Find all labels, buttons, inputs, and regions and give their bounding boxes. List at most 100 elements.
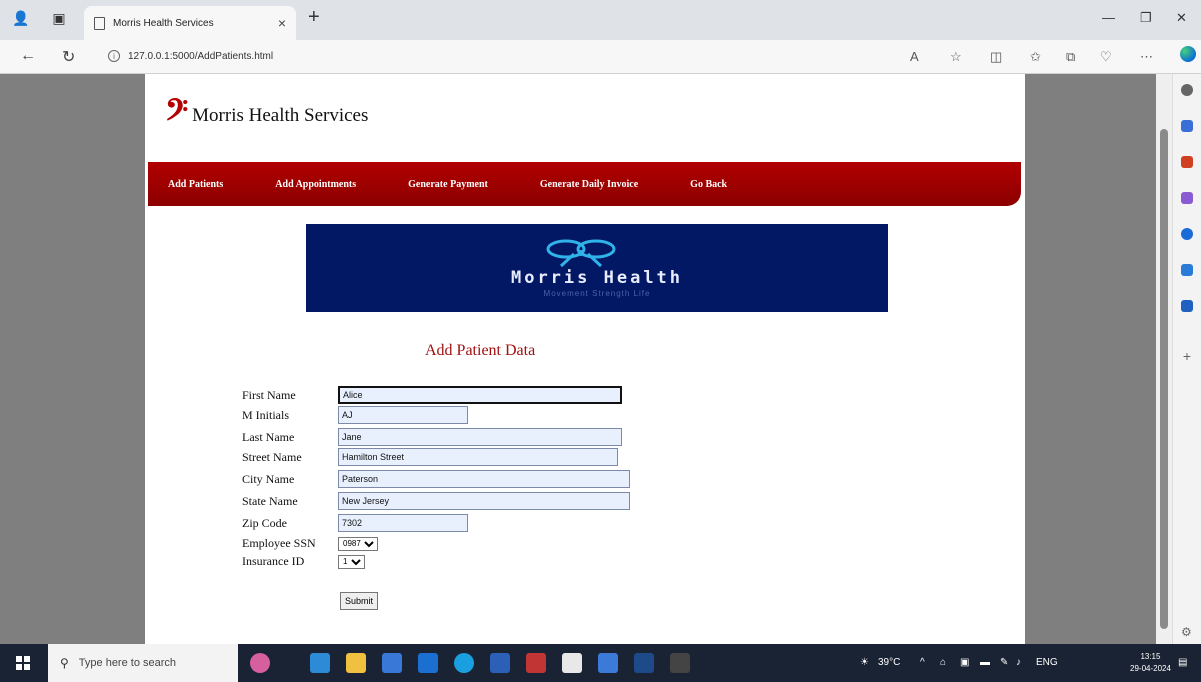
extensions-icon[interactable]: ♡ — [1100, 49, 1112, 65]
logo-icon: 𝄢 — [165, 93, 189, 135]
terminal-icon[interactable] — [670, 653, 690, 673]
workspaces-icon[interactable]: ▣ — [50, 9, 68, 27]
task-view-icon[interactable] — [310, 653, 330, 673]
more-icon[interactable]: ⋯ — [1140, 49, 1153, 65]
employee-ssn-row: Employee SSN 0987 — [242, 536, 378, 551]
insurance-id-row: Insurance ID 1 — [242, 554, 365, 569]
copilot-icon[interactable] — [1180, 46, 1196, 62]
split-screen-icon[interactable]: ◫ — [990, 49, 1002, 65]
close-tab-icon[interactable]: × — [278, 15, 286, 31]
state-name-row: State Name — [242, 492, 630, 510]
windows-taskbar: ⚲ Type here to search ☀ 39°C ^ ⌂ ▣ ▬ ✎ ♪… — [0, 644, 1201, 682]
web-page: 𝄢 Morris Health Services Add Patients Ad… — [145, 74, 1025, 644]
read-aloud-icon[interactable]: A — [910, 49, 919, 64]
weather-icon[interactable]: ☀ — [860, 657, 869, 668]
new-tab-button[interactable]: + — [308, 6, 320, 29]
people-icon[interactable] — [1181, 192, 1193, 204]
browser-tab[interactable]: Morris Health Services × — [84, 6, 296, 40]
network-icon[interactable]: ⌂ — [940, 657, 946, 668]
start-button[interactable] — [16, 656, 30, 670]
first-name-input[interactable] — [338, 386, 622, 404]
app-red-icon[interactable] — [526, 653, 546, 673]
tab-strip: 👤 ▣ Morris Health Services × + — ❐ ✕ — [0, 0, 1201, 40]
address-bar: ← ↻ i 127.0.0.1:5000/AddPatients.html A … — [0, 40, 1201, 74]
main-nav: Add Patients Add Appointments Generate P… — [148, 162, 1021, 206]
taskbar-clock[interactable]: 13:15 29-04-2024 — [1130, 651, 1171, 675]
taskbar-search[interactable]: ⚲ Type here to search — [48, 644, 238, 682]
street-name-input[interactable] — [338, 448, 618, 466]
info-icon[interactable]: i — [108, 50, 120, 62]
favorites-icon[interactable]: ✩ — [1030, 49, 1041, 65]
tab-title: Morris Health Services — [113, 17, 214, 29]
state-name-input[interactable] — [338, 492, 630, 510]
m-initials-row: M Initials — [242, 406, 468, 424]
zip-code-row: Zip Code — [242, 514, 468, 532]
office-icon[interactable] — [1181, 228, 1193, 240]
employee-ssn-label: Employee SSN — [242, 536, 316, 550]
store-icon[interactable] — [382, 653, 402, 673]
first-name-row: First Name — [242, 386, 622, 404]
nav-add-appointments[interactable]: Add Appointments — [275, 179, 356, 190]
file-explorer-icon[interactable] — [346, 653, 366, 673]
display-icon[interactable]: ▣ — [960, 657, 969, 668]
minimize-icon[interactable]: — — [1102, 10, 1115, 25]
app-dark-icon[interactable] — [634, 653, 654, 673]
url-text: 127.0.0.1:5000/AddPatients.html — [128, 50, 274, 62]
profile-icon[interactable]: 👤 — [12, 9, 30, 27]
m-initials-label: M Initials — [242, 407, 289, 422]
collections-icon[interactable]: ⧉ — [1066, 49, 1075, 65]
last-name-row: Last Name — [242, 428, 622, 446]
last-name-input[interactable] — [338, 428, 622, 446]
send-icon[interactable] — [1181, 300, 1193, 312]
nav-generate-payment[interactable]: Generate Payment — [408, 179, 488, 190]
street-name-row: Street Name — [242, 448, 618, 466]
scroll-thumb[interactable] — [1160, 129, 1168, 629]
outlook-icon[interactable] — [1181, 264, 1193, 276]
search-sidebar-icon[interactable] — [1181, 84, 1193, 96]
url-field[interactable]: i 127.0.0.1:5000/AddPatients.html — [108, 50, 273, 62]
hero-banner: Morris Health Movement Strength Life — [306, 224, 888, 312]
tray-chevron-icon[interactable]: ^ — [920, 657, 925, 668]
street-name-label: Street Name — [242, 449, 302, 464]
tag-icon[interactable] — [1181, 120, 1193, 132]
insurance-id-select[interactable]: 1 — [338, 554, 365, 569]
state-name-label: State Name — [242, 493, 298, 508]
city-name-row: City Name — [242, 470, 630, 488]
restore-icon[interactable]: ❐ — [1140, 10, 1152, 26]
search-icon: ⚲ — [60, 656, 69, 670]
notes-icon[interactable] — [562, 653, 582, 673]
weather-temp[interactable]: 39°C — [878, 657, 900, 668]
notification-icon[interactable]: ▤ — [1178, 657, 1187, 668]
submit-button[interactable]: Submit — [340, 592, 379, 610]
widgets-icon[interactable] — [250, 653, 270, 673]
browser-viewport: 𝄢 Morris Health Services Add Patients Ad… — [0, 74, 1172, 644]
banner-title: Morris Health — [510, 268, 684, 288]
city-name-input[interactable] — [338, 470, 630, 488]
page-scrollbar[interactable] — [1156, 74, 1172, 644]
nav-add-patients[interactable]: Add Patients — [168, 179, 223, 190]
favorite-star-icon[interactable]: ☆ — [950, 49, 962, 65]
battery-icon[interactable]: ▬ — [980, 657, 990, 668]
add-sidebar-icon[interactable]: + — [1181, 349, 1193, 363]
language-indicator[interactable]: ENG — [1036, 657, 1058, 668]
edge-sidebar: + ⚙ — [1172, 74, 1201, 644]
zip-code-input[interactable] — [338, 514, 468, 532]
settings-gear-icon[interactable]: ⚙ — [1181, 626, 1193, 638]
employee-ssn-select[interactable]: 0987 — [338, 536, 378, 551]
site-brand: 𝄢 Morris Health Services — [165, 96, 368, 132]
close-window-icon[interactable]: ✕ — [1176, 10, 1187, 26]
pen-icon[interactable]: ✎ — [1000, 657, 1008, 668]
app-blue-icon[interactable] — [598, 653, 618, 673]
vscode-icon[interactable] — [490, 653, 510, 673]
nav-go-back[interactable]: Go Back — [690, 179, 727, 190]
volume-icon[interactable]: ♪ — [1016, 657, 1021, 668]
site-title: Morris Health Services — [192, 105, 369, 126]
back-icon[interactable]: ← — [20, 47, 36, 65]
briefcase-icon[interactable] — [1181, 156, 1193, 168]
edge-taskbar-icon[interactable] — [454, 653, 474, 673]
mail-icon[interactable] — [418, 653, 438, 673]
refresh-icon[interactable]: ↻ — [62, 47, 75, 67]
m-initials-input[interactable] — [338, 406, 468, 424]
nav-generate-daily-invoice[interactable]: Generate Daily Invoice — [540, 179, 638, 190]
last-name-label: Last Name — [242, 429, 295, 444]
